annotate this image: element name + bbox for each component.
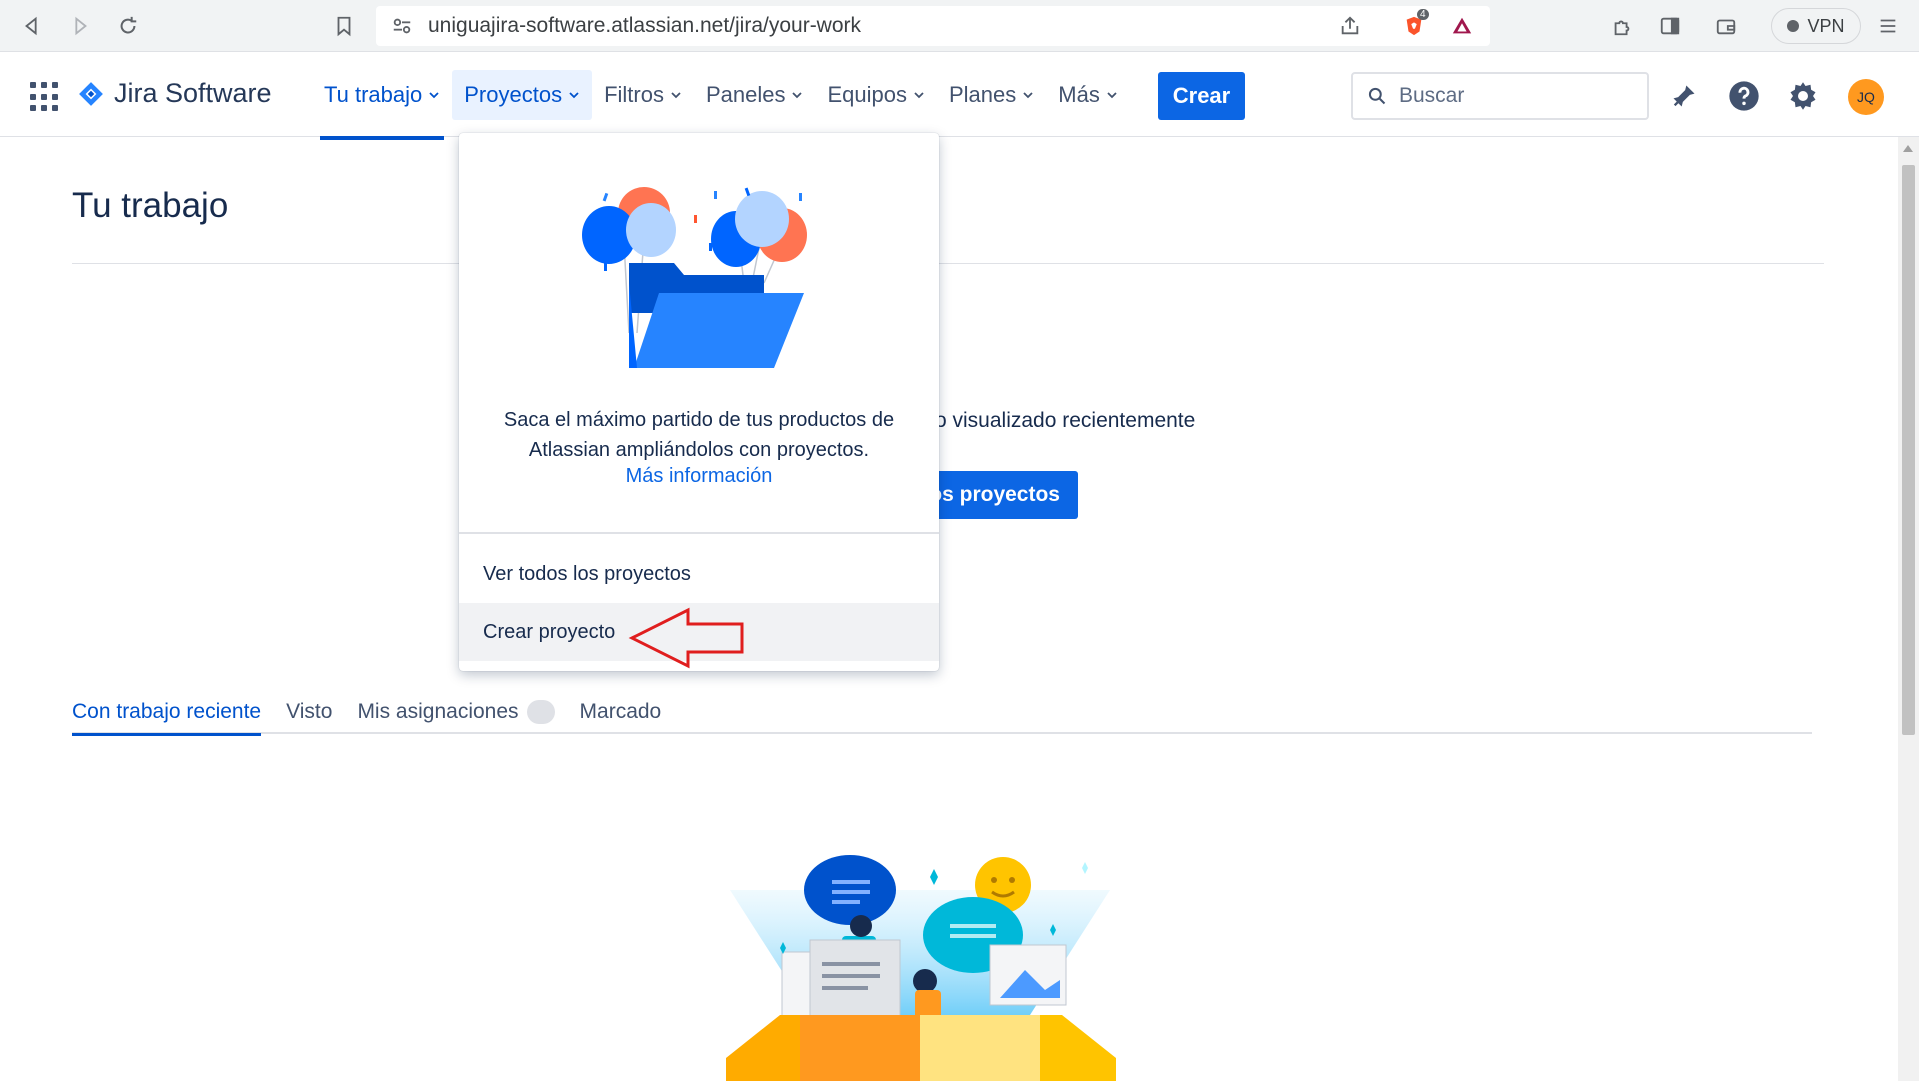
nav-label: Más bbox=[1058, 82, 1100, 107]
menu-item-label: Ver todos los proyectos bbox=[483, 562, 691, 585]
nav-label: Proyectos bbox=[464, 82, 563, 107]
address-bar[interactable]: uniguajira-software.atlassian.net/jira/y… bbox=[376, 6, 1490, 46]
nav-planes[interactable]: Planes bbox=[937, 70, 1046, 120]
red-arrow-annotation bbox=[628, 607, 744, 669]
tab-label: Marcado bbox=[579, 700, 662, 723]
nav-paneles[interactable]: Paneles bbox=[694, 70, 816, 120]
menu-item-label: Crear proyecto bbox=[483, 620, 616, 643]
brave-shields-icon[interactable]: 4 bbox=[1400, 9, 1429, 40]
empty-state-text: o visualizado recientemente bbox=[935, 409, 1196, 432]
site-settings-icon[interactable] bbox=[388, 12, 416, 40]
shield-count-badge: 4 bbox=[1417, 9, 1429, 20]
menu-icon[interactable] bbox=[1874, 12, 1902, 40]
chevron-down-icon bbox=[792, 92, 803, 99]
more-info-link[interactable]: Más información bbox=[459, 465, 939, 488]
browser-toolbar: uniguajira-software.atlassian.net/jira/y… bbox=[0, 0, 1919, 52]
nav-tu-trabajo[interactable]: Tu trabajo bbox=[312, 70, 452, 140]
chevron-down-icon bbox=[914, 92, 924, 99]
jira-diamond-icon bbox=[79, 81, 103, 106]
folder-balloons-illustration bbox=[582, 187, 807, 368]
empty-state-illustration bbox=[726, 855, 1116, 1081]
search-input[interactable] bbox=[1399, 84, 1619, 108]
jira-header: Jira Software Tu trabajo Proyectos Filtr… bbox=[0, 52, 1919, 140]
wallet-icon[interactable] bbox=[1712, 12, 1740, 40]
nav-label: Tu trabajo bbox=[324, 82, 423, 107]
settings-gear-icon[interactable] bbox=[1785, 78, 1821, 114]
vpn-status-icon bbox=[1787, 20, 1800, 32]
reload-icon[interactable] bbox=[114, 12, 142, 40]
chevron-down-icon bbox=[569, 92, 579, 99]
nav-equipos[interactable]: Equipos bbox=[815, 70, 937, 120]
app-switcher-icon[interactable] bbox=[30, 82, 60, 112]
dropdown-description: Saca el máximo partido de tus productos … bbox=[503, 409, 895, 461]
count-badge bbox=[526, 700, 555, 724]
notifications-icon[interactable] bbox=[1666, 78, 1702, 114]
vpn-button[interactable]: VPN bbox=[1771, 8, 1861, 44]
chevron-down-icon bbox=[1023, 92, 1033, 99]
tab-label: Con trabajo reciente bbox=[72, 700, 262, 723]
chevron-down-icon bbox=[1107, 92, 1117, 99]
product-name: Jira Software bbox=[114, 78, 272, 108]
projects-dropdown: Saca el máximo partido de tus productos … bbox=[459, 133, 939, 671]
url-text[interactable]: uniguajira-software.atlassian.net/jira/y… bbox=[428, 14, 861, 38]
tab-visto[interactable]: Visto bbox=[286, 690, 332, 734]
bookmark-icon[interactable] bbox=[330, 12, 358, 40]
tab-mis-asignaciones[interactable]: Mis asignaciones bbox=[357, 690, 555, 734]
scroll-up-icon[interactable] bbox=[1903, 145, 1913, 152]
view-all-projects-item[interactable]: Ver todos los proyectos bbox=[459, 545, 939, 603]
title-divider bbox=[72, 263, 1824, 264]
back-icon[interactable] bbox=[18, 12, 46, 40]
nav-proyectos[interactable]: Proyectos bbox=[452, 70, 593, 120]
help-icon[interactable] bbox=[1726, 78, 1762, 114]
tab-marcado[interactable]: Marcado bbox=[580, 690, 662, 734]
search-icon bbox=[1368, 87, 1386, 105]
nav-label: Planes bbox=[949, 82, 1017, 107]
work-tabs: Con trabajo reciente Visto Mis asignacio… bbox=[72, 690, 1812, 736]
search-box[interactable] bbox=[1351, 72, 1649, 120]
tab-label: Visto bbox=[286, 700, 333, 723]
jira-logo[interactable]: Jira Software bbox=[78, 78, 272, 109]
share-icon[interactable] bbox=[1336, 12, 1364, 40]
create-button[interactable]: Crear bbox=[1158, 72, 1245, 120]
chevron-down-icon bbox=[429, 92, 439, 99]
chevron-down-icon bbox=[671, 92, 681, 99]
tab-label: Mis asignaciones bbox=[357, 700, 519, 723]
scroll-thumb[interactable] bbox=[1902, 165, 1915, 735]
brave-rewards-icon[interactable] bbox=[1448, 12, 1476, 40]
page-title: Tu trabajo bbox=[72, 186, 229, 225]
forward-icon[interactable] bbox=[66, 12, 94, 40]
nav-mas[interactable]: Más bbox=[1046, 70, 1130, 120]
main-nav: Tu trabajo Proyectos Filtros Paneles Equ… bbox=[312, 70, 1130, 140]
tab-con-trabajo-reciente[interactable]: Con trabajo reciente bbox=[72, 690, 262, 736]
sidebar-icon[interactable] bbox=[1656, 12, 1684, 40]
nav-label: Equipos bbox=[827, 82, 907, 107]
extensions-icon[interactable] bbox=[1608, 12, 1636, 40]
vpn-label: VPN bbox=[1807, 15, 1845, 36]
nav-label: Paneles bbox=[705, 82, 786, 107]
nav-label: Filtros bbox=[604, 82, 664, 107]
nav-filtros[interactable]: Filtros bbox=[592, 70, 694, 120]
page-scrollbar[interactable] bbox=[1898, 137, 1919, 1081]
dropdown-divider bbox=[459, 532, 939, 534]
user-avatar[interactable]: JQ bbox=[1848, 79, 1884, 115]
more-info-label: Más información bbox=[625, 465, 773, 487]
